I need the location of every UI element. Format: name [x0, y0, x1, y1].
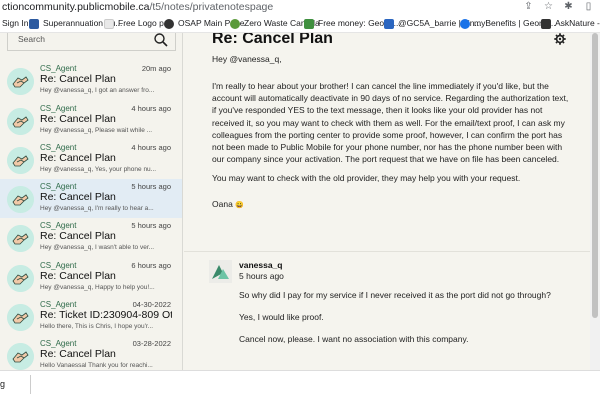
message-subject[interactable]: Re: Cancel Plan — [40, 113, 172, 125]
message-list-item[interactable]: CS_Agent 04-30-2022 Re: Ticket ID:230904-8… — [0, 297, 182, 336]
message-thread: Re: Cancel Plan Hey @vanessa_q, I'm real… — [184, 33, 590, 370]
message-paragraph: You may want to check with the old provi… — [212, 173, 521, 183]
message-sender[interactable]: CS_Agent — [40, 300, 76, 309]
reply-line: Cancel now, please. I want no associatio… — [239, 334, 469, 344]
scrollbar-thumb[interactable] — [592, 33, 598, 318]
agent-avatar-icon — [7, 343, 34, 370]
bookmark-favicon — [29, 18, 39, 29]
bookmark-favicon — [460, 18, 470, 29]
bookmark-favicon — [164, 18, 174, 29]
extensions-icon[interactable]: ✱ — [563, 1, 574, 12]
message-subject[interactable]: Re: Cancel Plan — [40, 191, 172, 203]
bookmark-favicon — [230, 18, 240, 29]
message-list-item[interactable]: CS_Agent 6 hours ago Re: Cancel Plan Hey @v… — [0, 258, 182, 297]
message-time: 20m ago — [141, 64, 171, 73]
user-avatar-icon[interactable] — [209, 260, 232, 283]
message-sender[interactable]: CS_Agent — [40, 261, 76, 270]
message-preview: Hello Vanaessal Thank you for reachi... — [40, 362, 153, 369]
download-label: g — [0, 379, 6, 389]
message-subject[interactable]: Re: Ticket ID:230904-809 Other ... — [40, 309, 172, 321]
message-list-item[interactable]: CS_Agent 5 hours ago Re: Cancel Plan Hey @v… — [0, 218, 182, 257]
message-subject[interactable]: Re: Cancel Plan — [40, 230, 172, 242]
message-greeting: Hey @vanessa_q, — [212, 54, 282, 64]
bookmark-item[interactable]: Free Logo png — [104, 17, 173, 30]
message-time: 5 hours ago — [131, 221, 171, 230]
message-preview: Hey @vanessa_q, I got an answer fro... — [40, 87, 155, 94]
smile-emoji-icon: 😀 — [235, 202, 244, 209]
message-time: 03-28-2022 — [132, 339, 171, 348]
address-url[interactable]: ctioncommunity.publicmobile.ca/t5/notes/… — [2, 0, 273, 14]
bookmark-favicon — [384, 18, 394, 29]
gear-icon[interactable] — [554, 33, 566, 45]
message-list-item[interactable]: CS_Agent 4 hours ago Re: Cancel Plan Hey @v… — [0, 140, 182, 179]
message-time: 04-30-2022 — [132, 300, 171, 309]
agent-avatar-icon — [7, 186, 34, 213]
message-list-item[interactable]: CS_Agent 4 hours ago Re: Cancel Plan Hey @v… — [0, 101, 182, 140]
address-bar-icons: ⇪ ☆ ✱ ▯ — [523, 1, 594, 12]
thread-title: Re: Cancel Plan — [212, 33, 333, 47]
message-list-item[interactable]: CS_Agent 20m ago Re: Cancel Plan Hey @vanes… — [0, 61, 182, 100]
message-sender[interactable]: CS_Agent — [40, 64, 76, 73]
message-time: 4 hours ago — [131, 143, 171, 152]
reply-line: So why did I pay for my service if I nev… — [239, 290, 551, 300]
search-input[interactable]: Search — [7, 33, 176, 51]
bookmarks-bar: Sign In Superannuation Au... Free Logo p… — [0, 14, 600, 33]
notes-app: Search CS_Agent 20m ago Re: Cancel Plan Hey… — [0, 33, 600, 370]
search-icon[interactable] — [153, 33, 169, 48]
message-preview: Hello there, This is Chris, I hope you'r… — [40, 323, 154, 330]
message-subject[interactable]: Re: Cancel Plan — [40, 270, 172, 282]
message-sender[interactable]: CS_Agent — [40, 339, 76, 348]
page-scrollbar[interactable] — [590, 33, 600, 370]
message-paragraph: I'm really to hear about your brother! I… — [212, 81, 569, 165]
message-subject[interactable]: Re: Cancel Plan — [40, 348, 172, 360]
bookmark-favicon — [304, 18, 314, 29]
message-list-item[interactable]: CS_Agent 5 hours ago Re: Cancel Plan Hey @v… — [0, 179, 182, 218]
bookmark-favicon — [541, 18, 551, 29]
agent-avatar-icon — [7, 225, 34, 252]
reply-line: Yes, I would like proof. — [239, 312, 324, 322]
message-list-sidebar: Search CS_Agent 20m ago Re: Cancel Plan Hey… — [0, 33, 183, 370]
bookmark-favicon — [104, 18, 114, 29]
message-preview: Hey @vanessa_q, Yes, your phone nu... — [40, 166, 157, 173]
reply-divider — [184, 251, 590, 252]
sidebar-icon[interactable]: ▯ — [583, 1, 594, 12]
message-sender[interactable]: CS_Agent — [40, 143, 76, 152]
share-icon[interactable]: ⇪ — [523, 1, 534, 12]
agent-avatar-icon — [7, 68, 34, 95]
browser-address-bar[interactable]: ctioncommunity.publicmobile.ca/t5/notes/… — [0, 0, 600, 14]
message-sender[interactable]: CS_Agent — [40, 182, 76, 191]
bookmark-item[interactable]: Sign In — [2, 17, 28, 30]
reply-author[interactable]: vanessa_q — [239, 260, 282, 270]
message-list-item[interactable]: CS_Agent 03-28-2022 Re: Cancel Plan Hello V… — [0, 336, 182, 370]
bookmark-star-icon[interactable]: ☆ — [543, 1, 554, 12]
message-subject[interactable]: Re: Cancel Plan — [40, 73, 172, 85]
message-preview: Hey @vanessa_q, Please wait while ... — [40, 127, 153, 134]
message-preview: Hey @vanessa_q, I'm really to hear a... — [40, 205, 154, 212]
reply-timestamp: 5 hours ago — [239, 271, 284, 281]
separator — [30, 375, 31, 394]
message-time: 6 hours ago — [131, 261, 171, 270]
message-sender[interactable]: CS_Agent — [40, 221, 76, 230]
message-signoff: Oana 😀 — [212, 199, 244, 209]
download-bar: g — [0, 370, 600, 397]
message-sender[interactable]: CS_Agent — [40, 104, 76, 113]
agent-avatar-icon — [7, 304, 34, 331]
agent-avatar-icon — [7, 108, 34, 135]
search-placeholder: Search — [18, 34, 45, 44]
message-preview: Hey @vanessa_q, Happy to help you!... — [40, 284, 155, 291]
message-subject[interactable]: Re: Cancel Plan — [40, 152, 172, 164]
message-time: 4 hours ago — [131, 104, 171, 113]
agent-avatar-icon — [7, 147, 34, 174]
message-time: 5 hours ago — [131, 182, 171, 191]
bookmark-item[interactable]: AskNature - AskNat... — [541, 17, 600, 30]
message-preview: Hey @vanessa_q, I wasn't able to ver... — [40, 244, 155, 251]
agent-avatar-icon — [7, 265, 34, 292]
